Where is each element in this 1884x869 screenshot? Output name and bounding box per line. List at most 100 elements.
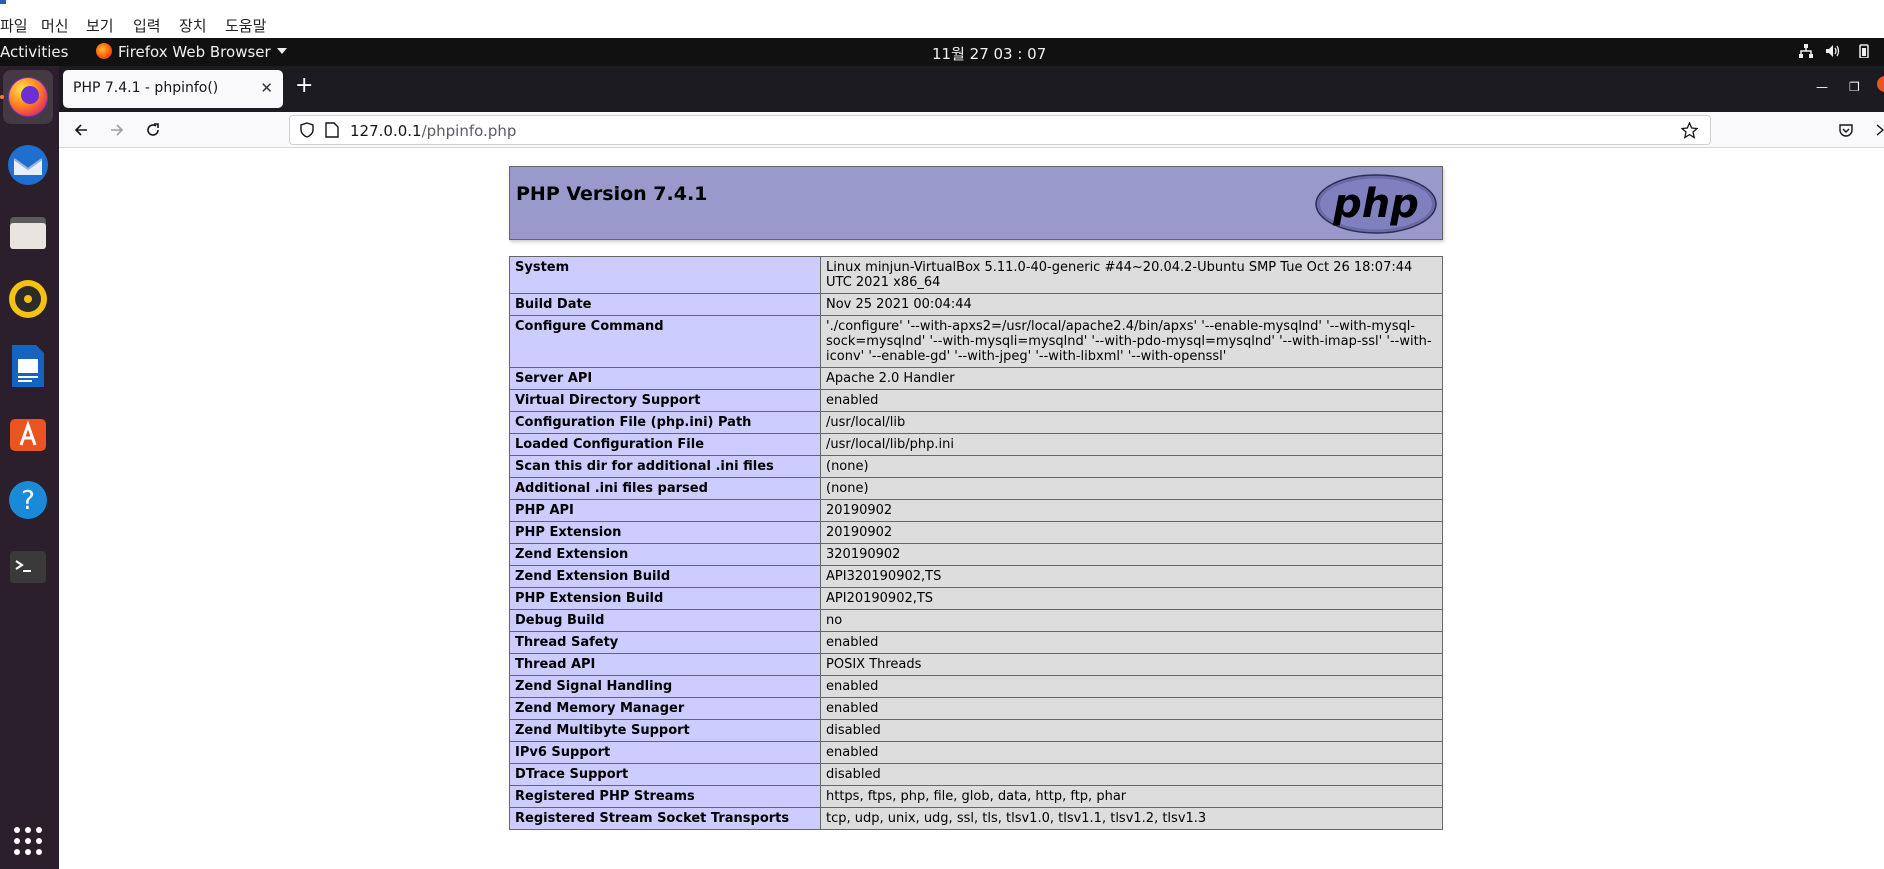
page-content: PHP Version 7.4.1 php System Linux minjun… [59, 149, 1884, 869]
row-value: /usr/local/lib/php.ini [820, 433, 1443, 456]
dock-firefox[interactable] [3, 70, 53, 124]
arrow-left-icon [74, 124, 87, 136]
close-window-icon[interactable] [1877, 76, 1884, 92]
reload-button[interactable] [141, 118, 165, 142]
row-value: API20190902,TS [820, 587, 1443, 610]
table-row: Configure Command './configure' '--with-a… [509, 315, 1443, 368]
volume-icon[interactable] [1826, 44, 1840, 58]
vbox-menubar: 파일 머신 보기 입력 장치 도움말 [0, 0, 1884, 38]
row-key: Loaded Configuration File [509, 433, 821, 456]
table-row: Zend Extension Build API320190902,TS [509, 565, 1443, 588]
overflow-icon[interactable] [1875, 122, 1884, 138]
menu-file[interactable]: 파일 [0, 15, 28, 36]
row-value: enabled [820, 697, 1443, 720]
table-row: Server API Apache 2.0 Handler [509, 367, 1443, 390]
new-tab-button[interactable]: + [295, 75, 313, 97]
row-key: Scan this dir for additional .ini files [509, 455, 821, 478]
table-row: Configuration File (php.ini) Path/usr/lo… [509, 411, 1443, 434]
dock-thunderbird[interactable] [3, 138, 53, 192]
ubuntu-dock: ? [0, 66, 59, 869]
row-value: (none) [820, 477, 1443, 500]
close-tab-icon[interactable]: ✕ [260, 79, 273, 97]
browser-tab[interactable]: PHP 7.4.1 - phpinfo() ✕ [63, 70, 283, 108]
url-host: 127.0.0.1 [350, 122, 422, 140]
table-row: Zend Signal Handling enabled [509, 675, 1443, 698]
rhythmbox-icon [9, 280, 47, 318]
menu-devices[interactable]: 장치 [179, 15, 207, 36]
row-key: IPv6 Support [509, 741, 821, 764]
writer-icon [12, 345, 44, 387]
table-row: Additional .ini files parsed (none) [509, 477, 1443, 500]
row-key: Server API [509, 367, 821, 390]
vbox-app-icon [0, 0, 6, 4]
url-bar[interactable]: 127.0.0.1/phpinfo.php [289, 115, 1711, 145]
dock-files[interactable] [3, 206, 53, 260]
clock[interactable]: 11월 27 03 : 07 [932, 43, 1046, 64]
row-key: Virtual Directory Support [509, 389, 821, 412]
row-value: enabled [820, 631, 1443, 654]
row-value: 320190902 [820, 543, 1443, 566]
row-value: enabled [820, 741, 1443, 764]
restore-icon[interactable]: ❐ [1849, 80, 1860, 94]
row-key: Zend Signal Handling [509, 675, 821, 698]
row-key: Build Date [509, 293, 821, 316]
phpinfo-table-body: System Linux minjun-VirtualBox 5.11.0-40-… [509, 256, 1443, 830]
row-value: https, ftps, php, file, glob, data, http… [820, 785, 1443, 808]
minimize-icon[interactable]: — [1816, 80, 1828, 94]
table-row: Zend Multibyte Support disabled [509, 719, 1443, 742]
network-icon[interactable] [1799, 44, 1813, 58]
row-value: Linux minjun-VirtualBox 5.11.0-40-generi… [820, 256, 1443, 294]
row-key: Zend Multibyte Support [509, 719, 821, 742]
back-button[interactable] [69, 118, 93, 142]
table-row: Zend Extension 320190902 [509, 543, 1443, 566]
table-row: Scan this dir for additional .ini files(… [509, 455, 1443, 478]
battery-icon[interactable] [1857, 44, 1871, 58]
table-row: Zend Memory Manager enabled [509, 697, 1443, 720]
pocket-icon[interactable] [1838, 122, 1854, 138]
star-icon[interactable] [1681, 122, 1698, 139]
php-logo-icon: php [1315, 174, 1437, 234]
url-path: /phpinfo.php [421, 122, 517, 140]
dock-writer[interactable] [3, 339, 53, 393]
row-key: Registered Stream Socket Transports [509, 807, 821, 830]
row-key: Zend Extension Build [509, 565, 821, 588]
show-applications-button[interactable] [3, 814, 53, 868]
table-row: Debug Build no [509, 609, 1443, 632]
app-menu-label: Firefox Web Browser [118, 43, 271, 61]
row-key: Configuration File (php.ini) Path [509, 411, 821, 434]
dock-app-center[interactable] [3, 406, 53, 460]
menu-view[interactable]: 보기 [86, 15, 114, 36]
row-value: no [820, 609, 1443, 632]
row-value: Apache 2.0 Handler [820, 367, 1443, 390]
phpinfo-table: System Linux minjun-VirtualBox 5.11.0-40-… [509, 256, 1443, 830]
row-key: System [509, 256, 821, 294]
activities-button[interactable]: Activities [0, 43, 68, 61]
row-value: enabled [820, 675, 1443, 698]
menu-machine[interactable]: 머신 [41, 15, 69, 36]
forward-button[interactable] [105, 118, 129, 142]
table-row: PHP Extension 20190902 [509, 521, 1443, 544]
row-value: enabled [820, 389, 1443, 412]
row-value: /usr/local/lib [820, 411, 1443, 434]
php-header: PHP Version 7.4.1 php [509, 166, 1443, 240]
dock-terminal[interactable] [3, 540, 53, 594]
app-menu[interactable]: Firefox Web Browser [96, 43, 287, 61]
page-icon[interactable] [325, 122, 339, 138]
table-row: Registered Stream Socket Transports tcp, … [509, 807, 1443, 830]
row-value: 20190902 [820, 521, 1443, 544]
row-key: Thread API [509, 653, 821, 676]
chevron-down-icon [276, 48, 287, 54]
dock-help[interactable]: ? [3, 473, 53, 527]
arrow-right-icon [111, 124, 124, 136]
row-key: Zend Extension [509, 543, 821, 566]
tab-title: PHP 7.4.1 - phpinfo() [73, 80, 219, 96]
dock-rhythmbox[interactable] [3, 272, 53, 326]
files-icon [10, 217, 46, 249]
row-value: disabled [820, 763, 1443, 786]
url-text[interactable]: 127.0.0.1/phpinfo.php [350, 122, 516, 140]
app-grid-icon [14, 827, 42, 855]
menu-input[interactable]: 입력 [133, 15, 161, 36]
menu-help[interactable]: 도움말 [225, 15, 266, 36]
app-center-icon [10, 419, 46, 451]
shield-icon[interactable] [299, 122, 315, 138]
